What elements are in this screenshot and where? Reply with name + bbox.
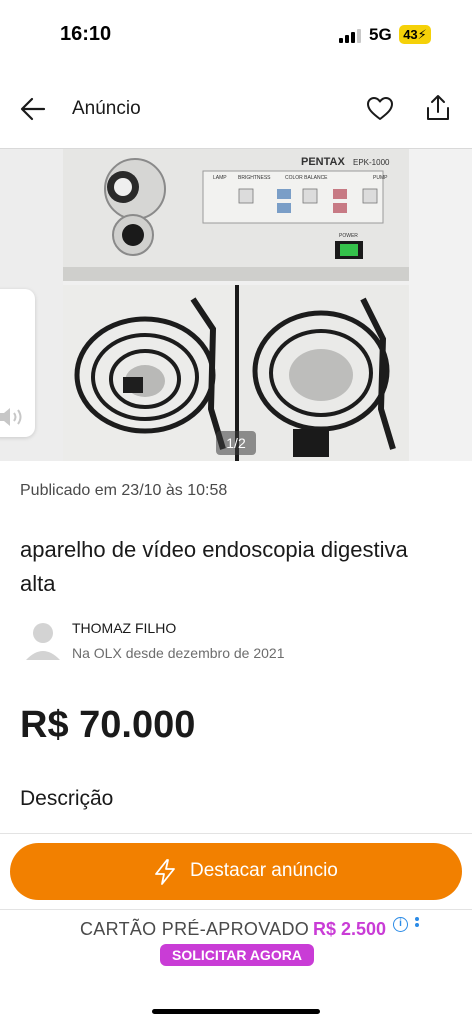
banner-amount: R$ 2.500 <box>313 919 387 939</box>
panel-label-pump: PUMP <box>373 175 388 181</box>
credit-card-banner[interactable]: CARTÃO PRÉ-APROVADO R$ 2.500 i SOLICITAR… <box>0 910 472 970</box>
promote-ad-label: Destacar anúncio <box>190 860 338 881</box>
panel-label-lamp: LAMP <box>213 175 227 181</box>
battery-icon: 43⚡ <box>399 25 431 44</box>
page-title: Anúncio <box>72 98 141 119</box>
status-bar: 16:10 5G 43⚡ <box>0 0 472 70</box>
gallery-right-edge <box>409 149 472 461</box>
network-type: 5G <box>369 25 392 44</box>
home-indicator[interactable] <box>152 1009 320 1014</box>
panel-label-power: POWER <box>339 233 358 239</box>
avatar-icon[interactable] <box>24 620 62 662</box>
signal-icon <box>339 29 361 43</box>
info-icon[interactable]: i <box>393 917 408 932</box>
battery-level: 43 <box>403 27 418 42</box>
divider <box>0 833 472 834</box>
panel-label-brightness: BRIGHTNESS <box>238 175 271 181</box>
seller-since: Na OLX desde dezembro de 2021 <box>72 645 285 661</box>
heart-icon[interactable] <box>366 95 394 123</box>
speaker-icon <box>0 408 22 426</box>
image-gallery[interactable]: PENTAX EPK-1000 LAMP BRIGHTNESS COLOR BA… <box>0 149 472 461</box>
status-time: 16:10 <box>60 23 112 45</box>
device-model: EPK-1000 <box>353 158 390 167</box>
price: R$ 70.000 <box>20 704 196 746</box>
solicitar-agora-button[interactable]: SOLICITAR AGORA <box>160 944 314 966</box>
panel-label-color-balance: COLOR BALANCE <box>285 175 328 181</box>
more-vertical-icon[interactable] <box>414 916 420 934</box>
bolt-icon <box>155 859 175 885</box>
back-arrow-icon[interactable] <box>20 96 46 122</box>
device-brand: PENTAX <box>301 156 345 168</box>
published-date: Publicado em 23/10 às 10:58 <box>20 482 228 499</box>
top-bar: Anúncio <box>0 80 472 140</box>
banner-text: CARTÃO PRÉ-APROVADO <box>80 919 310 939</box>
seller-name[interactable]: THOMAZ FILHO <box>72 620 176 636</box>
description-heading: Descrição <box>20 787 114 810</box>
ad-title: aparelho de vídeo endoscopia digestiva a… <box>20 537 408 596</box>
share-icon[interactable] <box>424 93 452 123</box>
promote-ad-button[interactable]: Destacar anúncio <box>10 843 462 900</box>
product-photo[interactable]: PENTAX EPK-1000 LAMP BRIGHTNESS COLOR BA… <box>63 149 409 461</box>
gallery-page-indicator: 1/2 <box>216 431 256 455</box>
